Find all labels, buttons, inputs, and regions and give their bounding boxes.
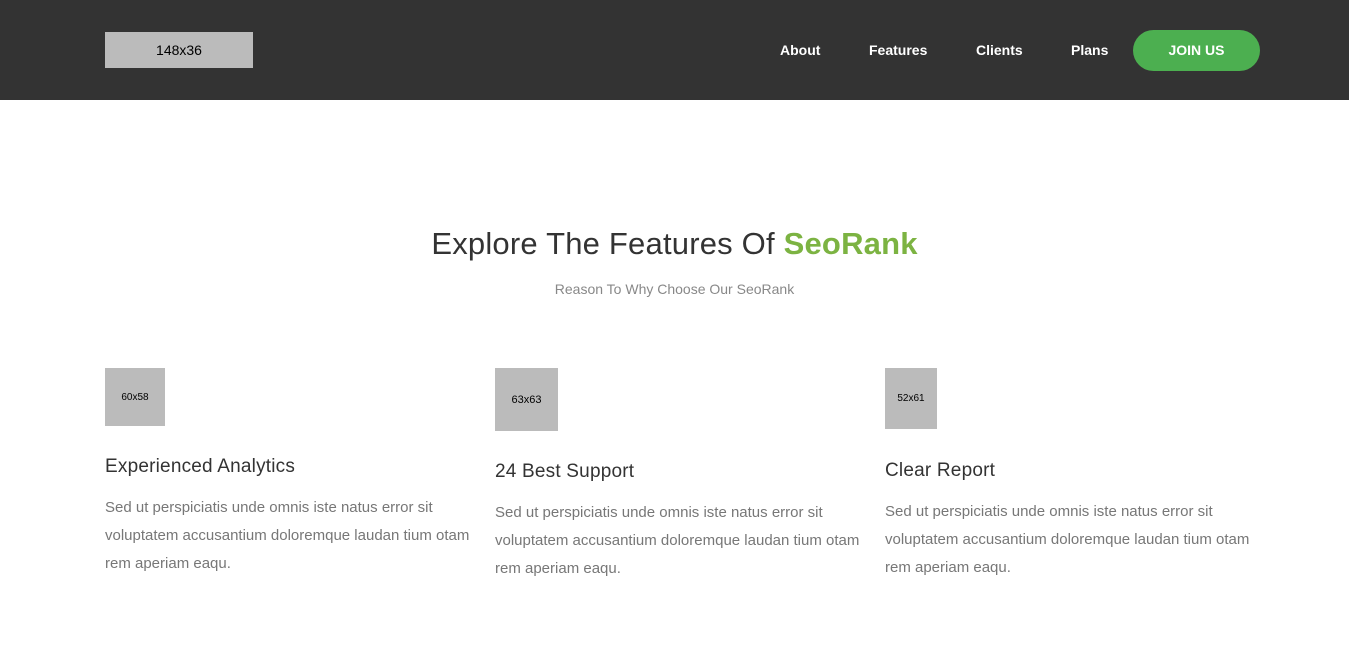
feature-title: Clear Report [885,460,996,481]
feature-description: Sed ut perspiciatis unde omnis iste natu… [105,499,470,572]
feature-image-placeholder: 52x61 [885,368,937,429]
feature-image-label: 63x63 [511,393,542,406]
feature-card-report: 52x61 Clear Report Sed ut perspiciatis u… [885,368,1255,582]
feature-description: Sed ut perspiciatis unde omnis iste natu… [885,503,1250,576]
nav-link-about[interactable]: About [780,30,820,71]
feature-image-label: 52x61 [897,393,925,404]
nav-link-features[interactable]: Features [869,30,927,71]
section-title-accent: SeoRank [783,226,918,261]
feature-title: Experienced Analytics [105,456,296,477]
join-us-button[interactable]: JOIN US [1133,30,1260,71]
section-subtitle: Reason To Why Choose Our SeoRank [554,281,795,297]
feature-image-placeholder: 60x58 [105,368,165,426]
section-title: Explore The Features Of SeoRank [0,226,1349,262]
feature-description: Sed ut perspiciatis unde omnis iste natu… [495,504,860,577]
section-title-prefix: Explore The Features Of [431,226,784,261]
feature-card-support: 63x63 24 Best Support Sed ut perspiciati… [495,368,865,583]
site-header: 148x36 About Features Clients Plans JOIN… [0,0,1349,100]
feature-title: 24 Best Support [495,461,635,482]
nav-link-clients[interactable]: Clients [976,30,1023,71]
main-nav: About Features Clients Plans JOIN US [0,30,1349,71]
nav-link-plans[interactable]: Plans [1071,30,1108,71]
feature-image-label: 60x58 [121,391,149,403]
feature-image-placeholder: 63x63 [495,368,558,431]
feature-card-analytics: 60x58 Experienced Analytics Sed ut persp… [105,368,475,578]
